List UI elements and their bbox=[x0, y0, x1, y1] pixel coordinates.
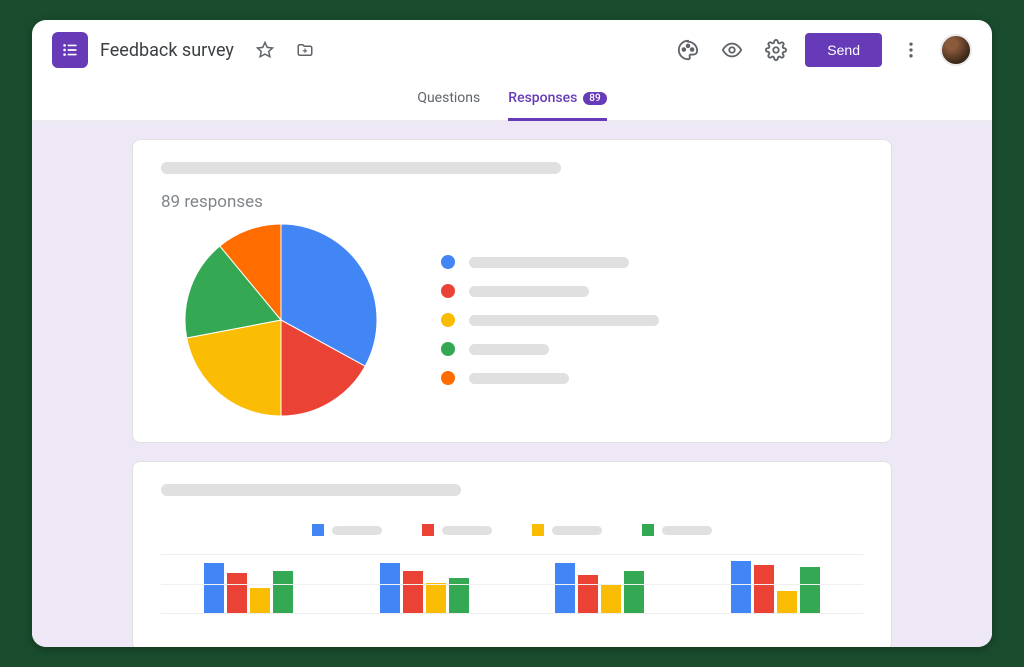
content-area: 89 responses bbox=[32, 121, 992, 647]
bar bbox=[227, 573, 247, 613]
legend-swatch bbox=[422, 524, 434, 536]
tab-questions-label: Questions bbox=[417, 90, 480, 106]
tab-responses[interactable]: Responses 89 bbox=[508, 90, 606, 121]
preview-icon[interactable] bbox=[717, 35, 747, 65]
bar bbox=[403, 571, 423, 613]
bar bbox=[555, 563, 575, 613]
legend-dot bbox=[441, 342, 455, 356]
tab-responses-label: Responses bbox=[508, 90, 577, 106]
move-folder-icon[interactable] bbox=[290, 35, 320, 65]
legend-label-placeholder bbox=[469, 373, 569, 384]
pie-chart bbox=[181, 220, 381, 420]
more-icon[interactable] bbox=[896, 35, 926, 65]
document-title[interactable]: Feedback survey bbox=[100, 40, 234, 61]
legend-swatch bbox=[642, 524, 654, 536]
app-window: Feedback survey Send bbox=[32, 20, 992, 647]
legend-label-placeholder bbox=[469, 257, 629, 268]
legend-item bbox=[441, 255, 863, 269]
legend-label-placeholder bbox=[442, 526, 492, 535]
tabs-bar: Questions Responses 89 bbox=[32, 68, 992, 121]
bar bbox=[578, 575, 598, 613]
bar-group bbox=[555, 563, 644, 613]
bar-group bbox=[731, 561, 820, 613]
legend-dot bbox=[441, 284, 455, 298]
bar bbox=[731, 561, 751, 613]
question-title-placeholder bbox=[161, 162, 561, 174]
legend-swatch bbox=[312, 524, 324, 536]
header-bar: Feedback survey Send bbox=[32, 20, 992, 68]
settings-icon[interactable] bbox=[761, 35, 791, 65]
forms-logo[interactable] bbox=[52, 32, 88, 68]
star-icon[interactable] bbox=[250, 35, 280, 65]
legend-label-placeholder bbox=[552, 526, 602, 535]
legend-label-placeholder bbox=[332, 526, 382, 535]
legend-dot bbox=[441, 371, 455, 385]
bar-legend-item bbox=[422, 524, 492, 536]
bar bbox=[800, 567, 820, 613]
user-avatar[interactable] bbox=[940, 34, 972, 66]
legend-label-placeholder bbox=[469, 315, 659, 326]
bar-legend-item bbox=[312, 524, 382, 536]
legend-label-placeholder bbox=[469, 286, 589, 297]
title-actions bbox=[250, 35, 320, 65]
legend-label-placeholder bbox=[662, 526, 712, 535]
bar bbox=[380, 563, 400, 613]
bar bbox=[426, 583, 446, 613]
tab-questions[interactable]: Questions bbox=[417, 90, 480, 121]
pie-legend bbox=[441, 255, 863, 385]
bar bbox=[601, 585, 621, 613]
summary-card-pie: 89 responses bbox=[132, 139, 892, 443]
header-actions: Send bbox=[673, 33, 972, 67]
bar-legend bbox=[161, 524, 863, 536]
question-title-placeholder-2 bbox=[161, 484, 461, 496]
bar bbox=[449, 578, 469, 613]
bar bbox=[204, 563, 224, 613]
responses-badge: 89 bbox=[583, 92, 606, 105]
bar bbox=[754, 565, 774, 613]
legend-item bbox=[441, 313, 863, 327]
legend-label-placeholder bbox=[469, 344, 549, 355]
summary-card-bar bbox=[132, 461, 892, 647]
bar bbox=[777, 591, 797, 613]
legend-item bbox=[441, 342, 863, 356]
bar-chart bbox=[161, 554, 863, 614]
bar-group bbox=[380, 563, 469, 613]
legend-dot bbox=[441, 255, 455, 269]
bar bbox=[273, 571, 293, 613]
legend-item bbox=[441, 371, 863, 385]
legend-item bbox=[441, 284, 863, 298]
responses-count-text: 89 responses bbox=[161, 192, 863, 212]
bar-group bbox=[204, 563, 293, 613]
legend-swatch bbox=[532, 524, 544, 536]
bar bbox=[250, 588, 270, 613]
legend-dot bbox=[441, 313, 455, 327]
bar-legend-item bbox=[532, 524, 602, 536]
send-button[interactable]: Send bbox=[805, 33, 882, 67]
bar bbox=[624, 571, 644, 613]
bar-legend-item bbox=[642, 524, 712, 536]
palette-icon[interactable] bbox=[673, 35, 703, 65]
